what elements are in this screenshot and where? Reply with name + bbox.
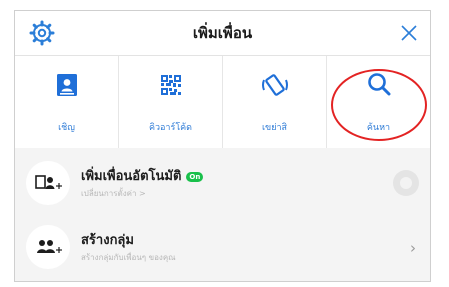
invite-button[interactable]: เชิญ [15, 56, 119, 148]
toggle-knob [400, 177, 412, 189]
status-badge: On [186, 172, 204, 182]
close-icon[interactable] [396, 20, 422, 46]
list-item-create-group[interactable]: สร้างกลุ่ม สร้างกลุ่มกับเพื่อนๆ ของคุณ › [15, 218, 430, 276]
avatar [26, 161, 70, 205]
shake-button[interactable]: เขย่าสิ [223, 56, 327, 148]
header: เพิ่มเพื่อน [15, 11, 430, 55]
contact-book-icon [56, 74, 77, 96]
auto-add-title: เพิ่มเพื่อนอัตโนมัติ On [81, 165, 204, 186]
search-button[interactable]: ค้นหา [327, 56, 430, 148]
chevron-right-icon: › [410, 239, 416, 257]
avatar [26, 225, 70, 269]
shake-phone-icon [261, 74, 288, 96]
page-title: เพิ่มเพื่อน [192, 24, 253, 42]
add-friends-window: เพิ่มเพื่อน เชิญ คิวอาร์โค้ด เขย่าสิ ค้น… [14, 10, 431, 282]
contacts-sync-icon [35, 175, 62, 189]
invite-label: เชิญ [58, 123, 75, 133]
qr-code-label: คิวอาร์โค้ด [148, 123, 193, 133]
search-icon [367, 73, 390, 96]
auto-add-subtitle: เปลี่ยนการตั้งค่า > [81, 189, 146, 198]
refresh-toggle[interactable] [393, 170, 419, 196]
add-method-toolbar: เชิญ คิวอาร์โค้ด เขย่าสิ ค้นหา [15, 56, 430, 148]
list-item-auto-add-friends[interactable]: เพิ่มเพื่อนอัตโนมัติ On เปลี่ยนการตั้งค่า… [15, 154, 430, 212]
shake-label: เขย่าสิ [261, 123, 288, 133]
qr-code-button[interactable]: คิวอาร์โค้ด [119, 56, 223, 148]
options-list: เพิ่มเพื่อนอัตโนมัติ On เปลี่ยนการตั้งค่า… [15, 148, 430, 281]
create-group-title: สร้างกลุ่ม [81, 233, 134, 248]
search-label: ค้นหา [366, 123, 391, 133]
auto-add-title-text: เพิ่มเพื่อนอัตโนมัติ [81, 169, 182, 184]
qr-code-icon [160, 75, 181, 95]
group-icon [37, 240, 62, 253]
create-group-subtitle: สร้างกลุ่มกับเพื่อนๆ ของคุณ [81, 253, 176, 262]
